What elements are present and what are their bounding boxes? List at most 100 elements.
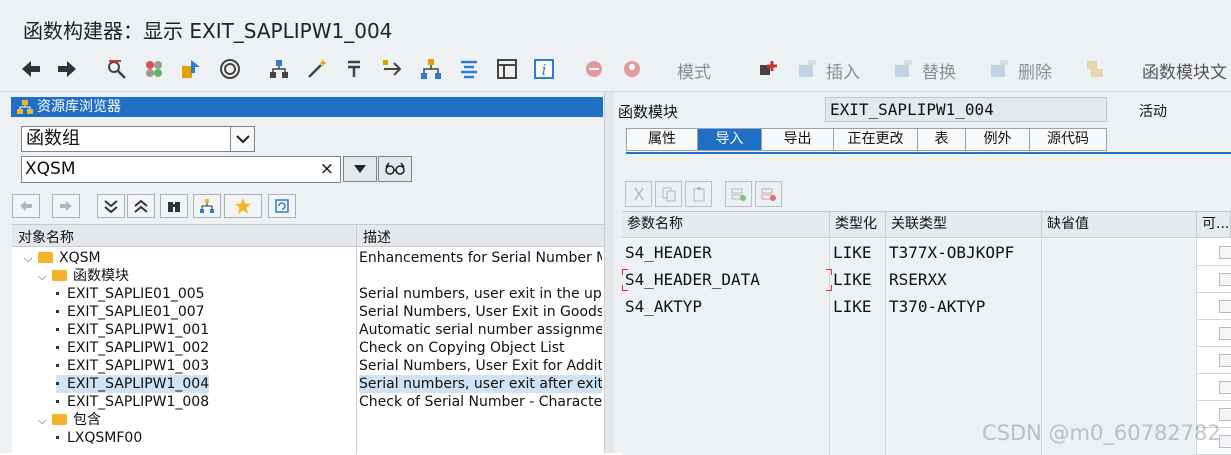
associated-type-cell[interactable] (886, 347, 1042, 374)
tab-changing[interactable]: 正在更改 (834, 128, 918, 151)
object-list-button[interactable] (193, 194, 221, 218)
tree-row-name[interactable]: EXIT_SAPLIE01_005 (56, 285, 205, 303)
optional-checkbox[interactable] (1219, 408, 1231, 421)
object-list-icon[interactable] (418, 56, 444, 82)
find-button[interactable] (160, 194, 188, 218)
optional-checkbox[interactable] (1219, 300, 1231, 313)
tab-import[interactable]: 导入 (698, 128, 762, 151)
parameter-name-cell[interactable] (622, 320, 830, 347)
associated-type-cell[interactable] (886, 320, 1042, 347)
back-arrow-icon[interactable] (18, 56, 44, 82)
associated-type-cell[interactable]: RSERXX (886, 266, 1042, 293)
tree-row[interactable]: EXIT_SAPLIPW1_001 Automatic serial number… (12, 321, 604, 339)
tree-row[interactable]: EXIT_SAPLIPW1_002 Check on Copying Object… (12, 339, 604, 357)
nav-back-button[interactable] (12, 194, 40, 218)
navigate-icon[interactable] (379, 56, 405, 82)
fm-documentation-button[interactable]: 函数模块文 (1142, 58, 1227, 83)
insert-row-icon[interactable] (795, 56, 821, 82)
object-name-input[interactable]: XQSM × (21, 156, 341, 183)
tree-row[interactable]: EXIT_SAPLIPW1_003 Serial Numbers, User Ex… (12, 357, 604, 375)
collapse-all-button[interactable] (127, 194, 155, 218)
chevron-down-icon[interactable] (230, 127, 254, 151)
tree-row-name[interactable]: ⌵ XQSM (24, 249, 101, 268)
table-row[interactable] (622, 320, 1231, 347)
typing-cell[interactable] (830, 401, 886, 428)
tab-attributes[interactable]: 属性 (626, 128, 698, 151)
copy-button[interactable] (655, 181, 682, 207)
tree-row-name[interactable]: ⌵ 函数模块 (38, 267, 129, 286)
optional-checkbox[interactable] (1219, 381, 1231, 394)
chevron-down-icon[interactable]: ⌵ (24, 250, 38, 268)
default-value-cell[interactable] (1042, 266, 1197, 293)
info-icon[interactable]: i (531, 56, 557, 82)
nav-forward-button[interactable] (52, 194, 80, 218)
expand-all-button[interactable] (97, 194, 125, 218)
tab-export[interactable]: 导出 (762, 128, 834, 151)
column-typing[interactable]: 类型化 (830, 212, 886, 238)
hierarchy-icon[interactable] (266, 56, 292, 82)
column-default-value[interactable]: 缺省值 (1042, 212, 1197, 238)
display-change-icon[interactable] (104, 56, 130, 82)
table-row[interactable]: S4_HEADER LIKE T377X-OBJKOPF (622, 239, 1231, 266)
tree-row[interactable]: ⌵ XQSM Enhancements for Serial Number Mgt (12, 249, 604, 267)
optional-checkbox[interactable] (1219, 327, 1231, 340)
replace-button[interactable]: 替换 (922, 58, 956, 83)
associated-type-cell[interactable]: T370-AKTYP (886, 293, 1042, 320)
chevron-down-icon[interactable]: ⌵ (38, 268, 52, 286)
refresh-button[interactable] (268, 194, 296, 218)
default-value-cell[interactable] (1042, 347, 1197, 374)
tree-row[interactable]: ⌵ 函数模块 (12, 267, 604, 285)
tree-row-name[interactable]: EXIT_SAPLIPW1_002 (56, 339, 209, 357)
tree-row-name[interactable]: EXIT_SAPLIPW1_008 (56, 393, 209, 411)
optional-checkbox[interactable] (1219, 246, 1231, 259)
tree-row[interactable]: EXIT_SAPLIE01_005 Serial numbers, user ex… (12, 285, 604, 303)
magic-wand-icon[interactable] (304, 56, 330, 82)
debug-icon[interactable] (619, 56, 645, 82)
associated-type-cell[interactable] (886, 374, 1042, 401)
cut-button[interactable] (625, 181, 652, 207)
display-button[interactable] (378, 156, 412, 182)
fm-documentation-icon[interactable] (1082, 56, 1108, 82)
paste-button[interactable] (685, 181, 712, 207)
forward-arrow-icon[interactable] (54, 56, 80, 82)
insert-statement-icon[interactable] (756, 56, 782, 82)
table-row[interactable] (622, 347, 1231, 374)
breakpoint-icon[interactable] (341, 56, 367, 82)
default-value-cell[interactable] (1042, 320, 1197, 347)
tree-row[interactable]: EXIT_SAPLIPW1_008 Check of Serial Number … (12, 393, 604, 411)
tree-row[interactable]: EXIT_SAPLIE01_007 Serial Numbers, User Ex… (12, 303, 604, 321)
tree-row-name[interactable]: EXIT_SAPLIPW1_001 (56, 321, 209, 339)
parameter-name-cell[interactable]: S4_AKTYP (622, 293, 830, 320)
function-module-name-field[interactable]: EXIT_SAPLIPW1_004 (825, 97, 1107, 122)
favorites-button[interactable] (224, 194, 262, 218)
tree-row[interactable]: LXQSMF00 (12, 429, 604, 447)
typing-cell[interactable] (830, 347, 886, 374)
default-value-cell[interactable] (1042, 239, 1197, 266)
typing-cell[interactable]: LIKE (830, 293, 886, 320)
tree-row[interactable]: ⌵ 包含 (12, 411, 604, 429)
typing-cell[interactable] (830, 374, 886, 401)
parameter-name-cell[interactable] (622, 347, 830, 374)
tree-row-name[interactable]: EXIT_SAPLIE01_007 (56, 303, 205, 321)
where-used-icon[interactable] (217, 56, 243, 82)
replace-row-icon[interactable] (891, 56, 917, 82)
typing-cell[interactable] (830, 320, 886, 347)
typing-cell[interactable]: LIKE (830, 266, 886, 293)
typing-cell[interactable]: LIKE (830, 239, 886, 266)
parameter-name-cell[interactable] (622, 401, 830, 428)
parameter-name-cell[interactable]: S4_HEADER (622, 239, 830, 266)
layout-icon[interactable] (494, 56, 520, 82)
parameter-name-cell[interactable] (622, 374, 830, 401)
tab-tables[interactable]: 表 (918, 128, 966, 151)
tree-row-name[interactable]: EXIT_SAPLIPW1_004 (56, 375, 210, 393)
tree-row[interactable]: EXIT_SAPLIPW1_004 Serial numbers, user ex… (12, 375, 604, 393)
activate-icon[interactable] (141, 56, 167, 82)
associated-type-cell[interactable]: T377X-OBJKOPF (886, 239, 1042, 266)
insert-button[interactable]: 插入 (826, 58, 860, 83)
other-object-icon[interactable] (178, 56, 204, 82)
delete-button[interactable]: 删除 (1018, 58, 1052, 83)
default-value-cell[interactable] (1042, 293, 1197, 320)
delete-row-icon[interactable] (987, 56, 1013, 82)
typing-cell[interactable] (830, 428, 886, 455)
optional-checkbox[interactable] (1219, 354, 1231, 367)
